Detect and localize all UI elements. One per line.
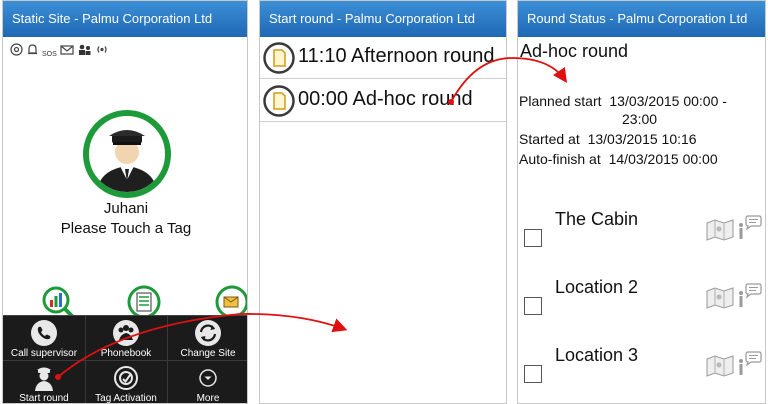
started-at-value: 13/03/2015 10:16 [587, 131, 697, 147]
location-checkbox[interactable] [524, 297, 542, 315]
round-document-icon [263, 85, 295, 117]
auto-finish-label: Auto-finish at [519, 151, 601, 167]
status-icon-bar: SOS [10, 43, 109, 62]
start-round-screen: Start round - Palmu Corporation Ltd 11:1… [259, 0, 507, 404]
change-site-label: Change Site [180, 348, 236, 359]
started-at-row: Started at 13/03/2015 10:16 [519, 131, 697, 147]
round-status-title: Round Status - Palmu Corporation Ltd [518, 1, 765, 37]
location-name: Location 2 [555, 277, 639, 297]
location-row: Location 3 [518, 341, 765, 391]
bell-icon [26, 43, 39, 62]
round-list-item[interactable]: 00:00 Ad-hoc round [260, 80, 506, 122]
round-status-shortcut[interactable] [41, 285, 75, 319]
location-row: The Cabin [518, 205, 765, 255]
user-name: Juhani [103, 200, 149, 217]
location-row: Location 2 [518, 273, 765, 323]
refresh-icon [195, 320, 221, 346]
messages-shortcut[interactable] [215, 285, 247, 319]
location-checkbox[interactable] [524, 229, 542, 247]
instructions-icon[interactable] [736, 215, 762, 241]
phonebook-icon [113, 320, 139, 346]
static-site-title: Static Site - Palmu Corporation Ltd [3, 1, 247, 37]
envelope-icon [60, 43, 74, 62]
touch-tag-prompt: Please Touch a Tag [60, 220, 192, 237]
users-icon [77, 43, 92, 62]
round-status-screen: Round Status - Palmu Corporation Ltd Ad-… [517, 0, 766, 404]
phone-icon [31, 320, 57, 346]
chevron-down-icon [199, 369, 217, 387]
checklist-icon [127, 285, 161, 319]
call-supervisor-button[interactable]: Call supervisor [3, 316, 85, 361]
guard-icon [35, 367, 53, 391]
location-name: The Cabin [555, 209, 639, 229]
change-site-button[interactable]: Change Site [167, 316, 247, 361]
location-name: Location 3 [555, 345, 639, 365]
map-icon[interactable] [706, 355, 734, 377]
tag-activation-label: Tag Activation [95, 393, 157, 404]
round-name: Ad-hoc round [520, 41, 629, 61]
start-round-label: Start round [19, 393, 69, 404]
map-icon[interactable] [706, 287, 734, 309]
planned-start-row: Planned start 13/03/2015 00:00 - [519, 93, 727, 109]
nfc-icon [10, 43, 23, 62]
planned-start-value-cont: 23:00 [622, 111, 658, 127]
more-label: More [196, 393, 220, 404]
start-round-title: Start round - Palmu Corporation Ltd [260, 1, 506, 37]
shortcut-row [3, 285, 247, 319]
round-label: 00:00 Ad-hoc round [298, 88, 473, 110]
sos-icon: SOS [42, 51, 57, 58]
envelope-search-icon [215, 285, 247, 319]
checklist-shortcut[interactable] [127, 285, 161, 319]
static-site-screen: Static Site - Palmu Corporation Ltd SOS [2, 0, 248, 404]
location-checkbox[interactable] [524, 365, 542, 383]
menu-divider [3, 360, 247, 361]
call-supervisor-label: Call supervisor [10, 348, 78, 359]
map-icon[interactable] [706, 219, 734, 241]
phonebook-button[interactable]: Phonebook [85, 316, 167, 361]
round-document-icon [263, 42, 295, 74]
start-round-button[interactable]: Start round [3, 361, 85, 404]
round-label: 11:10 Afternoon round [298, 45, 495, 67]
chart-magnifier-icon [42, 286, 75, 319]
broadcast-icon [95, 43, 109, 62]
planned-start-label: Planned start [519, 93, 602, 109]
more-button[interactable]: More [167, 361, 247, 404]
instructions-icon[interactable] [736, 351, 762, 377]
guard-avatar-icon [97, 130, 157, 192]
instructions-icon[interactable] [736, 283, 762, 309]
phonebook-label: Phonebook [100, 348, 152, 359]
tag-activation-button[interactable]: Tag Activation [85, 361, 167, 404]
started-at-label: Started at [519, 131, 580, 147]
auto-finish-value: 14/03/2015 00:00 [608, 151, 718, 167]
tag-activation-icon [114, 366, 138, 390]
auto-finish-row: Auto-finish at 14/03/2015 00:00 [519, 151, 718, 167]
guard-avatar [83, 110, 171, 198]
round-list-item[interactable]: 11:10 Afternoon round [260, 37, 506, 79]
planned-start-value: 13/03/2015 00:00 - [609, 93, 727, 109]
